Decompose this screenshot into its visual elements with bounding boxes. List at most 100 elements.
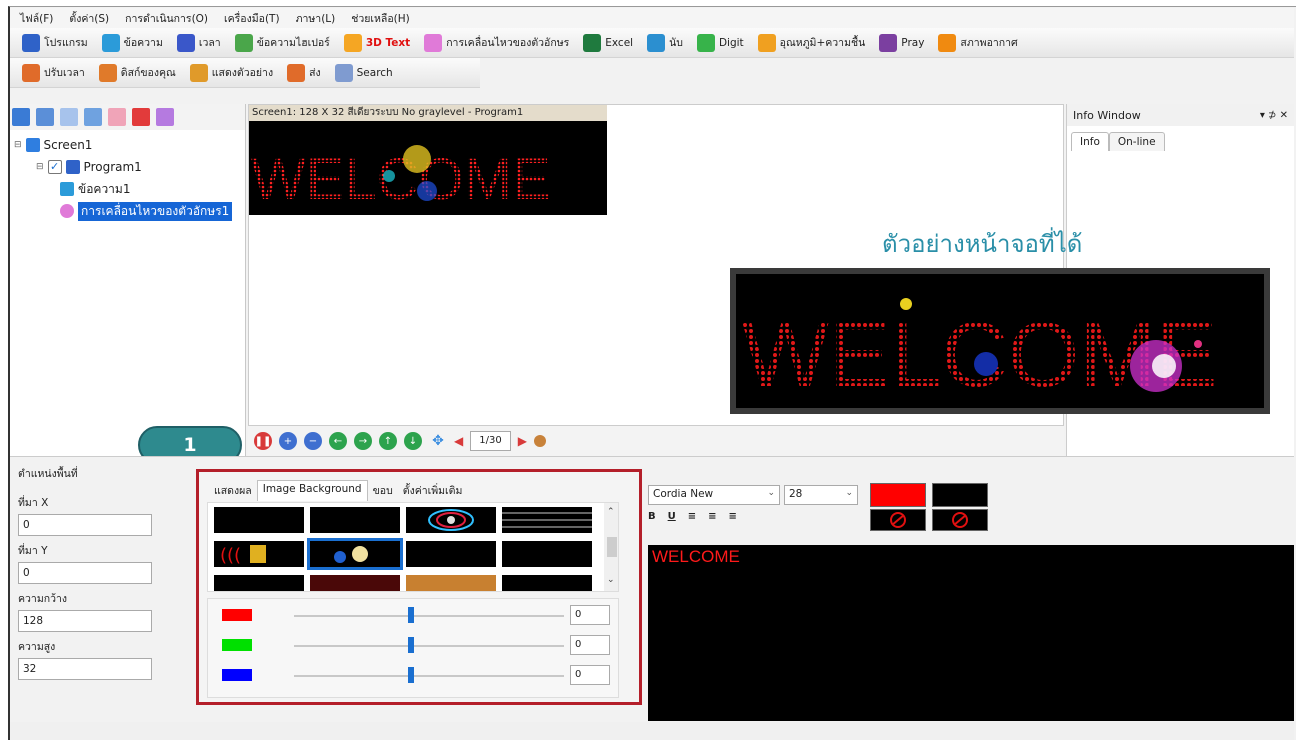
tree-node-text[interactable]: ข้อความ1	[60, 180, 130, 198]
check-icon[interactable]	[156, 108, 174, 126]
mail-icon[interactable]	[108, 108, 126, 126]
toolbar1-button-10[interactable]: Pray	[873, 31, 930, 55]
menu-tools[interactable]: เครื่องมือ(T)	[224, 10, 280, 27]
zoom-out-icon[interactable]: −	[304, 432, 322, 450]
red-value-field[interactable]: 0	[570, 605, 610, 625]
menu-operations[interactable]: การดำเนินการ(O)	[125, 10, 208, 27]
scroll-up-icon[interactable]: ⌃	[607, 507, 615, 517]
no-background-icon[interactable]	[932, 509, 988, 531]
toolbar1-button-11[interactable]: สภาพอากาศ	[932, 31, 1023, 55]
tab-image-background[interactable]: Image Background	[256, 480, 368, 501]
delete-icon[interactable]	[132, 108, 150, 126]
toolbar2-button-2[interactable]: แสดงตัวอย่าง	[184, 61, 279, 85]
blue-slider-thumb[interactable]	[408, 667, 414, 683]
background-thumbnail[interactable]	[502, 575, 592, 591]
background-thumbnail[interactable]	[406, 541, 496, 567]
no-foreground-icon[interactable]	[870, 509, 926, 531]
background-thumbnail[interactable]	[406, 575, 496, 591]
scroll-thumb[interactable]	[607, 537, 617, 557]
tab-more-settings[interactable]: ตั้งค่าเพิ่มเติม	[398, 480, 468, 501]
checkbox-icon[interactable]: ✓	[47, 160, 62, 174]
green-slider-track[interactable]	[294, 645, 564, 647]
background-thumbnail[interactable]	[214, 507, 304, 533]
led-big-display: WELCOME	[736, 274, 1264, 408]
next-page-icon[interactable]: ▶	[518, 434, 527, 448]
toolbar1-button-3[interactable]: ข้อความไฮเปอร์	[229, 31, 336, 55]
toolbar1-button-2[interactable]: เวลา	[171, 31, 227, 55]
arrow-left-icon[interactable]: ←	[329, 432, 347, 450]
move-icon[interactable]: ✥	[429, 432, 447, 450]
red-swatch	[222, 609, 252, 621]
tab-info[interactable]: Info	[1071, 132, 1109, 151]
background-thumbnail[interactable]	[502, 541, 592, 567]
tab-online[interactable]: On-line	[1108, 132, 1165, 151]
background-thumbnail[interactable]	[310, 575, 400, 591]
align-right-button[interactable]: ≡	[729, 511, 737, 522]
font-select[interactable]: Cordia New ⌄	[648, 485, 780, 505]
toolbar1-button-4[interactable]: 3D Text	[338, 31, 416, 55]
foreground-color-button[interactable]	[870, 483, 926, 507]
red-slider-track[interactable]	[294, 615, 564, 617]
menu-help[interactable]: ช่วยเหลือ(H)	[351, 10, 410, 27]
x-field[interactable]: 0	[18, 514, 152, 536]
blue-value-field[interactable]: 0	[570, 665, 610, 685]
zoom-in-icon[interactable]: +	[279, 432, 297, 450]
toolbar2-label-0: ปรับเวลา	[44, 67, 85, 79]
toolbar1-button-5[interactable]: การเคลื่อนไหวของตัวอักษร	[418, 31, 575, 55]
green-value-field[interactable]: 0	[570, 635, 610, 655]
tree-node-animation[interactable]: การเคลื่อนไหวของตัวอักษร1	[60, 201, 233, 221]
pause-icon[interactable]: ❚❚	[254, 432, 272, 450]
align-left-button[interactable]: ≡	[688, 511, 696, 522]
y-field[interactable]: 0	[18, 562, 152, 584]
toolbar2-button-4[interactable]: Search	[329, 61, 399, 85]
height-field[interactable]: 32	[18, 658, 152, 680]
background-thumbnail[interactable]: (((	[214, 541, 304, 567]
tab-border[interactable]: ขอบ	[368, 480, 398, 501]
background-thumbnail[interactable]	[214, 575, 304, 591]
tree-node-program[interactable]: ⊟ ✓ Program1	[36, 158, 142, 176]
toolbar1-button-0[interactable]: โปรแกรม	[16, 31, 94, 55]
pin-close-icon[interactable]: ▾ ⊅ ✕	[1260, 110, 1288, 121]
thumbnail-scrollbar[interactable]: ⌃ ⌄	[604, 503, 618, 591]
arrow-down-icon[interactable]: ↓	[404, 432, 422, 450]
tree-node-screen[interactable]: ⊟ Screen1	[14, 136, 92, 154]
toolbar1-button-9[interactable]: อุณหภูมิ+ความชื้น	[752, 31, 872, 55]
background-thumbnail[interactable]	[502, 507, 592, 533]
menu-file[interactable]: ไฟล์(F)	[20, 10, 53, 27]
toolbar2-button-3[interactable]: ส่ง	[281, 61, 327, 85]
weather-icon	[938, 33, 957, 52]
settings-gear-icon[interactable]	[533, 435, 546, 447]
scroll-down-icon[interactable]: ⌄	[607, 575, 615, 585]
toolbar1-button-8[interactable]: Digit	[691, 31, 750, 55]
background-thumbnail[interactable]	[310, 507, 400, 533]
toolbar2-button-1[interactable]: ดิสก์ของคุณ	[93, 61, 182, 85]
font-size-select[interactable]: 28 ⌄	[784, 485, 858, 505]
bold-button[interactable]: B	[648, 511, 656, 522]
new-program-icon[interactable]	[36, 108, 54, 126]
menu-language[interactable]: ภาษา(L)	[296, 10, 336, 27]
toolbar1-button-1[interactable]: ข้อความ	[96, 31, 169, 55]
tab-display[interactable]: แสดงผล	[209, 480, 257, 501]
toolbar1-button-6[interactable]: Excel	[577, 31, 639, 55]
copy-icon[interactable]	[60, 108, 78, 126]
tree-program-label: Program1	[83, 160, 142, 174]
background-thumbnail[interactable]	[406, 507, 496, 533]
previous-page-icon[interactable]: ◀	[454, 434, 463, 448]
toolbar2-button-0[interactable]: ปรับเวลา	[16, 61, 91, 85]
blue-slider-track[interactable]	[294, 675, 564, 677]
background-color-button[interactable]	[932, 483, 988, 507]
menu-settings[interactable]: ตั้งค่า(S)	[69, 10, 109, 27]
text-content-area[interactable]: WELCOME	[648, 545, 1294, 721]
width-field[interactable]: 128	[18, 610, 152, 632]
new-screen-icon[interactable]	[12, 108, 30, 126]
move-up-icon[interactable]	[84, 108, 102, 126]
green-slider-thumb[interactable]	[408, 637, 414, 653]
arrow-up-icon[interactable]: ↑	[379, 432, 397, 450]
background-thumbnail-selected[interactable]	[307, 538, 403, 570]
underline-button[interactable]: U	[668, 511, 676, 522]
align-center-button[interactable]: ≡	[708, 511, 716, 522]
red-slider-thumb[interactable]	[408, 607, 414, 623]
arrow-right-icon[interactable]: →	[354, 432, 372, 450]
program-tree: ⊟ Screen1 ⊟ ✓ Program1 ข้อความ1 การเคลื่…	[10, 130, 245, 221]
toolbar1-button-7[interactable]: นับ	[641, 31, 689, 55]
